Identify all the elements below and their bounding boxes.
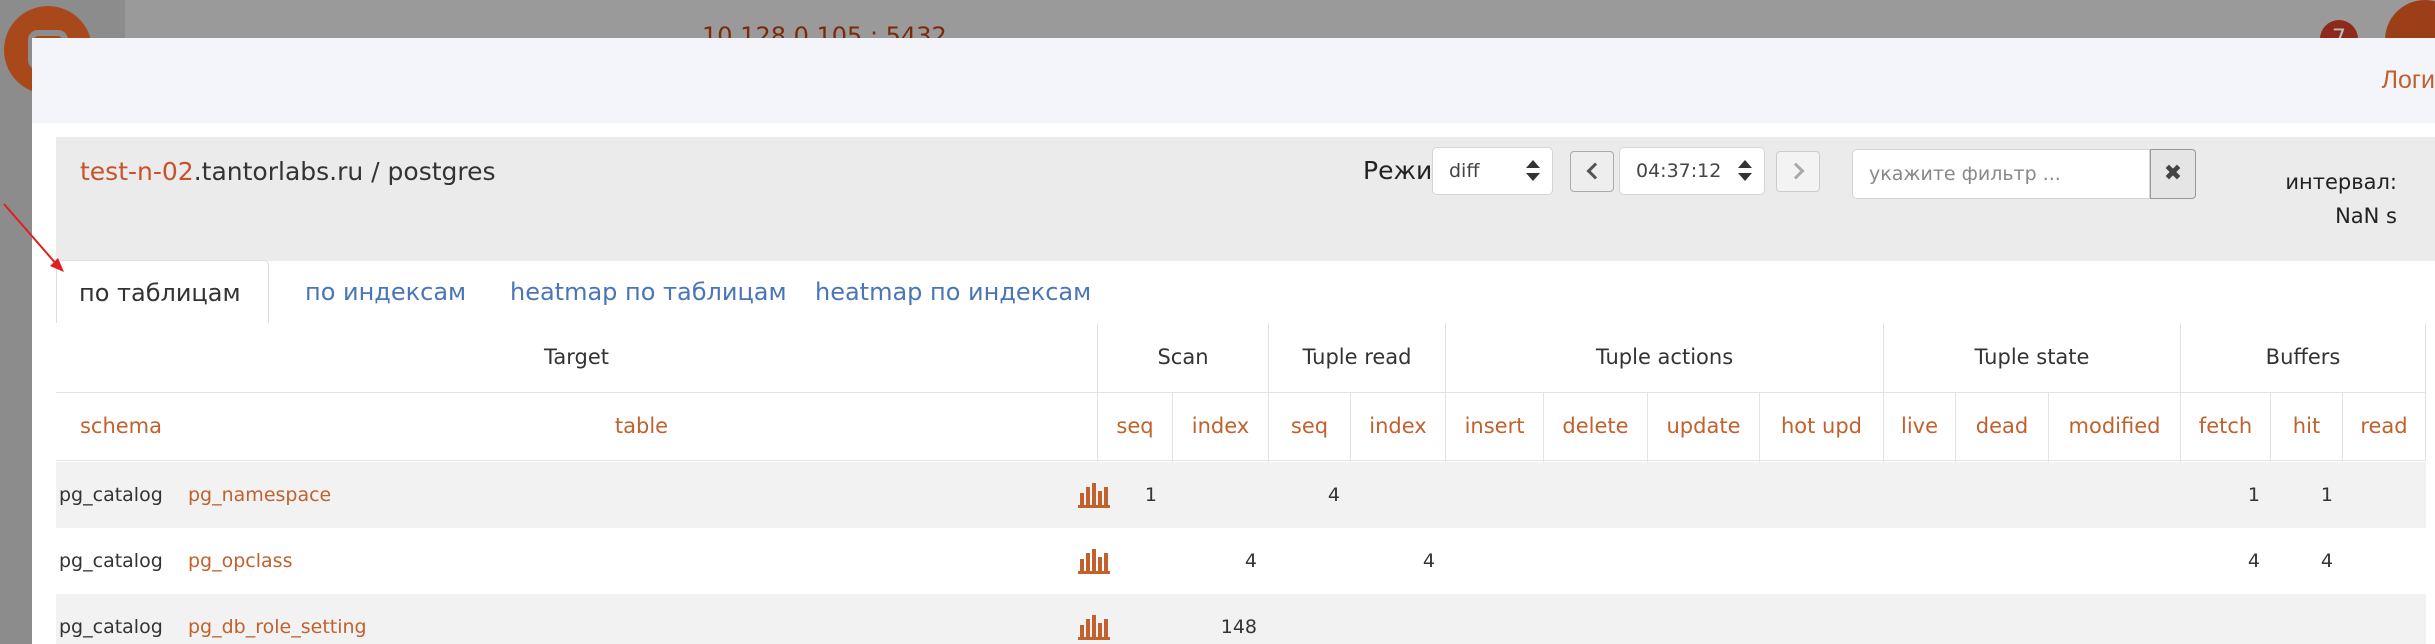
page-title: test-n-02.tantorlabs.ru / postgres [80, 157, 496, 186]
column-header-hot-upd[interactable]: hot upd [1759, 393, 1883, 462]
title-database: .tantorlabs.ru / postgres [193, 157, 496, 186]
column-header-dead[interactable]: dead [1955, 393, 2048, 462]
column-header-scan-index[interactable]: index [1172, 393, 1268, 462]
column-header-scan-seq[interactable]: seq [1097, 393, 1172, 462]
cell-read-seq [1268, 528, 1340, 594]
tabs: по таблицам по индексам heatmap по табли… [56, 260, 2435, 323]
cell-scan-seq: 1 [1144, 484, 1157, 506]
cell-fetch: 1 [2247, 484, 2260, 506]
prev-time-button[interactable] [1570, 151, 1614, 192]
interval-info: интервал: NaN s [2285, 165, 2397, 233]
next-time-button[interactable] [1776, 151, 1820, 192]
cell-schema: pg_catalog [59, 550, 163, 572]
column-header-schema[interactable]: schema [56, 393, 186, 462]
column-header-insert[interactable]: insert [1445, 393, 1543, 462]
toolbar: test-n-02.tantorlabs.ru / postgres Режим… [56, 137, 2435, 261]
logs-link[interactable]: Логи [2382, 66, 2435, 95]
group-header-tuple-state: Tuple state [1883, 323, 2180, 392]
time-select-value: 04:37:12 [1636, 160, 1722, 182]
interval-value: NaN s [2335, 204, 2397, 228]
cell-schema: pg_catalog [59, 616, 163, 638]
cell-read-seq: 4 [1327, 484, 1340, 506]
close-icon: ✖ [2163, 161, 2183, 186]
table-group-header: Target Scan Tuple read Tuple actions Tup… [56, 323, 2426, 392]
cell-read-index: 4 [1422, 550, 1435, 572]
group-header-buffers: Buffers [2180, 323, 2425, 392]
group-header-scan: Scan [1097, 323, 1268, 392]
interval-label: интервал: [2285, 170, 2397, 194]
chevron-right-icon [1787, 162, 1805, 180]
clear-filter-button[interactable]: ✖ [2150, 149, 2196, 199]
sort-arrows-icon [1738, 160, 1752, 182]
column-header-update[interactable]: update [1647, 393, 1759, 462]
column-header-live[interactable]: live [1883, 393, 1955, 462]
cell-read-index [1350, 594, 1435, 644]
cell-hit [2270, 594, 2333, 644]
tab-indexes[interactable]: по индексам [283, 260, 488, 323]
group-header-tuple-actions: Tuple actions [1445, 323, 1883, 392]
mode-select[interactable]: diff [1432, 147, 1553, 195]
group-header-target: Target [544, 345, 609, 369]
tab-heatmap-tables[interactable]: heatmap по таблицам [488, 260, 809, 323]
cell-schema: pg_catalog [59, 484, 163, 506]
annotation-arrow-icon [3, 203, 64, 272]
tab-tables[interactable]: по таблицам [56, 260, 269, 323]
table-column-header: schema table seq index seq index insert … [56, 392, 2426, 462]
table-right-border [2425, 323, 2426, 461]
cell-table-link[interactable]: pg_namespace [188, 462, 331, 528]
sort-arrows-icon [1526, 160, 1540, 182]
column-header-read-seq[interactable]: seq [1268, 393, 1350, 462]
tab-heatmap-indexes[interactable]: heatmap по индексам [793, 260, 1113, 323]
table-row: pg_catalog pg_namespace 1 4 1 1 [56, 462, 2426, 528]
column-header-hit[interactable]: hit [2270, 393, 2342, 462]
cell-scan-seq [1097, 594, 1157, 644]
cell-fetch [2180, 594, 2260, 644]
mode-select-value: diff [1449, 160, 1480, 182]
table-row: pg_catalog pg_db_role_setting 148 [56, 594, 2426, 644]
cell-table-link[interactable]: pg_db_role_setting [188, 594, 367, 644]
cell-scan-seq [1097, 528, 1157, 594]
title-host: test-n-02 [80, 157, 194, 186]
group-header-tuple-read: Tuple read [1268, 323, 1445, 392]
filter-input[interactable] [1852, 149, 2150, 199]
table-stats-modal: Логи test-n-02.tantorlabs.ru / postgres … [32, 38, 2435, 644]
cell-scan-index: 4 [1244, 550, 1257, 572]
cell-table-link[interactable]: pg_opclass [188, 528, 292, 594]
column-header-read[interactable]: read [2342, 393, 2425, 462]
cell-read-index [1350, 462, 1435, 528]
modal-header: Логи [32, 38, 2435, 123]
cell-scan-index [1172, 462, 1257, 528]
cell-scan-index: 148 [1220, 616, 1257, 638]
column-header-modified[interactable]: modified [2048, 393, 2180, 462]
cell-hit: 1 [2320, 484, 2333, 506]
chevron-left-icon [1586, 162, 1604, 180]
time-select[interactable]: 04:37:12 [1619, 147, 1765, 195]
column-header-delete[interactable]: delete [1543, 393, 1647, 462]
column-header-read-index[interactable]: index [1350, 393, 1445, 462]
column-header-fetch[interactable]: fetch [2180, 393, 2270, 462]
cell-fetch: 4 [2247, 550, 2260, 572]
cell-hit: 4 [2320, 550, 2333, 572]
table-row: pg_catalog pg_opclass 4 4 4 4 [56, 528, 2426, 594]
column-header-table[interactable]: table [186, 393, 1097, 462]
cell-read-seq [1268, 594, 1340, 644]
